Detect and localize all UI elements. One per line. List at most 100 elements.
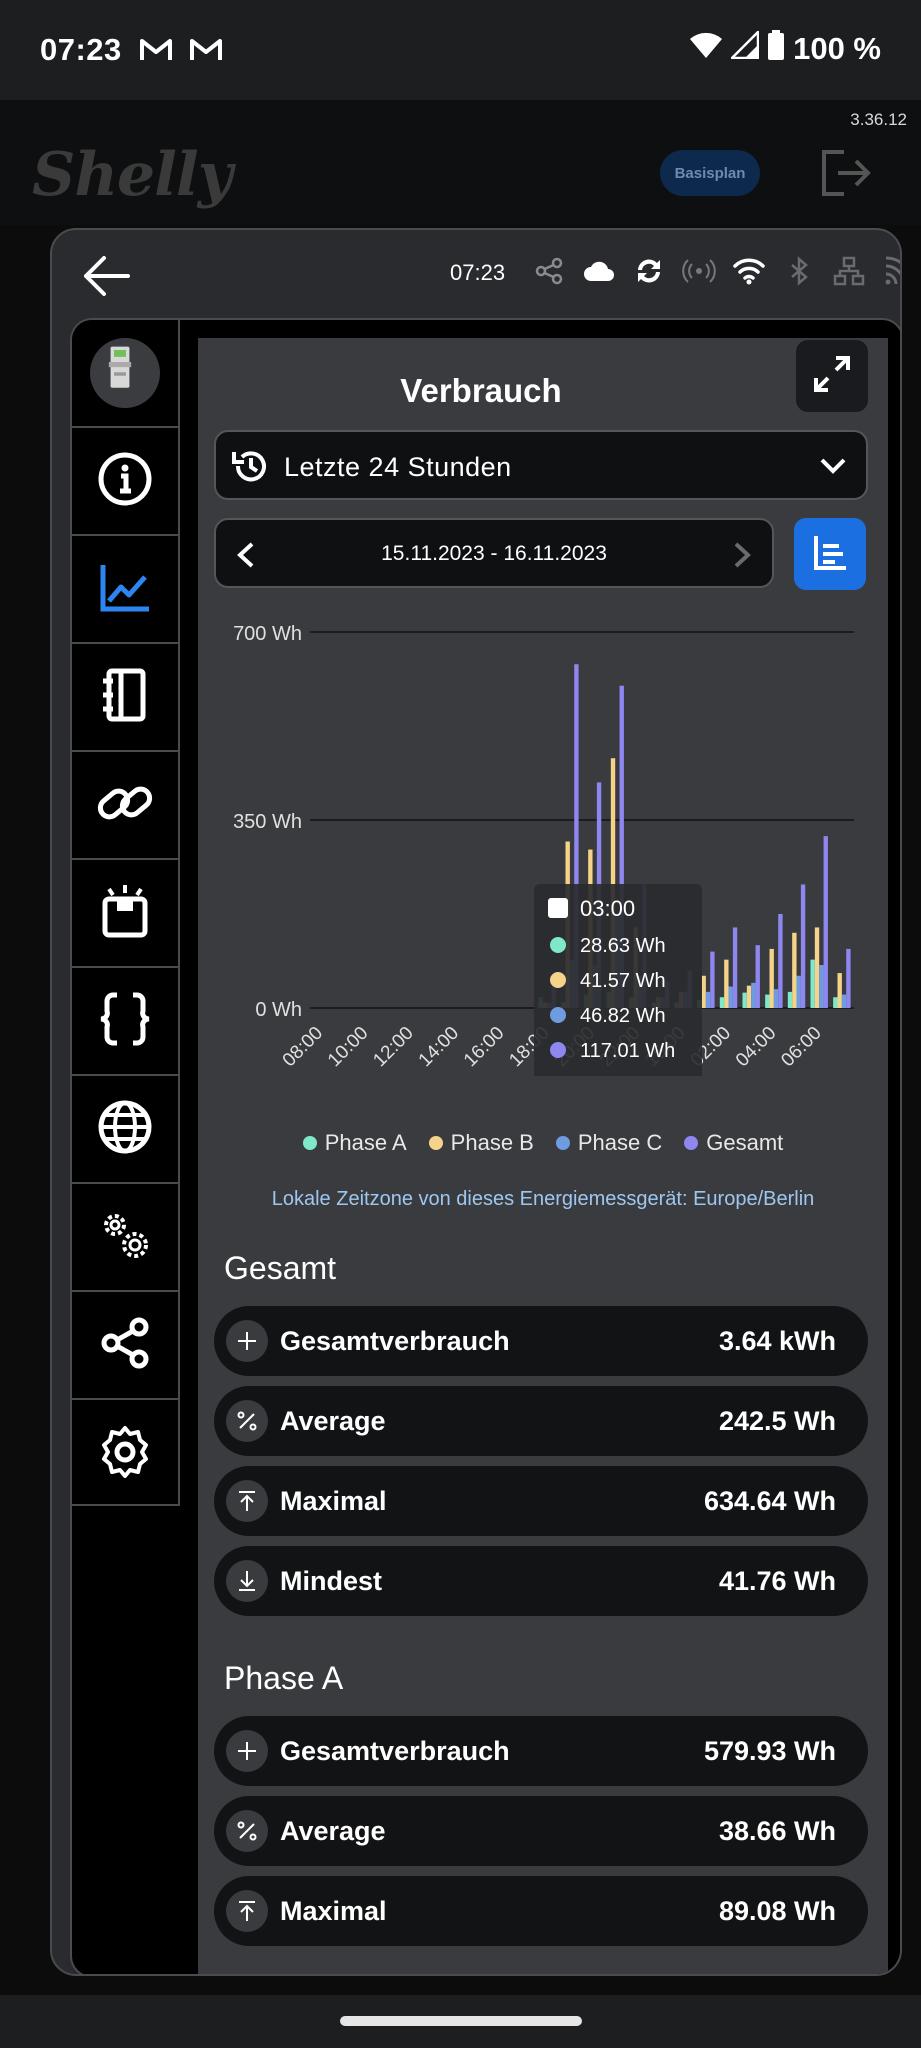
- signal-icon: [729, 28, 760, 67]
- legend-label: Gesamt: [706, 1130, 784, 1155]
- sidebar-item-info[interactable]: [72, 428, 178, 536]
- bar: [833, 997, 838, 1008]
- expand-icon: [812, 354, 852, 399]
- bar: [705, 991, 711, 1008]
- tooltip-dot: [550, 937, 566, 953]
- bar: [796, 975, 801, 1008]
- timezone-note: Lokale Zeitzone von dieses Energiemessge…: [271, 1188, 815, 1210]
- tooltip-dot: [550, 1042, 566, 1058]
- min-icon: [226, 1560, 268, 1602]
- braces-icon: [95, 989, 155, 1054]
- stat-row: Average 242.5 Wh: [214, 1386, 868, 1456]
- stat-row: Mindest 41.76 Wh: [214, 1546, 868, 1616]
- legend-dot: [302, 1136, 317, 1150]
- legend-dot: [684, 1136, 699, 1150]
- tooltip-value: 46.82 Wh: [580, 1005, 666, 1027]
- tooltip-value: 41.57 Wh: [580, 970, 666, 992]
- chevron-right-icon[interactable]: [730, 540, 754, 575]
- bar: [787, 991, 793, 1008]
- bar: [837, 973, 842, 1008]
- status-bar: 07:23 100 %: [0, 0, 921, 100]
- chart-type-button[interactable]: [794, 518, 866, 590]
- cloud-icon: [582, 254, 616, 288]
- stat-value: 41.76 Wh: [718, 1566, 836, 1596]
- android-nav-bar: [0, 1995, 921, 2048]
- bar: [773, 989, 779, 1008]
- legend-item-phase-a[interactable]: Phase A: [302, 1130, 407, 1156]
- bar: [719, 997, 725, 1008]
- bar: [751, 982, 756, 1008]
- bluetooth-icon: [782, 254, 816, 288]
- shelly-logo: Shelly: [32, 140, 233, 210]
- legend-item-phase-c[interactable]: Phase C: [555, 1130, 663, 1156]
- globe-icon: [95, 1097, 155, 1162]
- sidebar-item-scripts[interactable]: [72, 968, 178, 1076]
- tooltip-dot: [550, 972, 566, 988]
- percent-icon: [226, 1810, 268, 1852]
- time-range-select[interactable]: Letzte 24 Stunden: [214, 430, 868, 500]
- legend-dot: [555, 1136, 570, 1150]
- percent-icon: [226, 1400, 268, 1442]
- sidebar-item-settings[interactable]: [72, 1400, 178, 1508]
- bar: [710, 951, 715, 1008]
- stat-label: Mindest: [280, 1566, 383, 1596]
- sidebar-item-share[interactable]: [72, 1292, 178, 1400]
- legend-label: Phase A: [324, 1130, 407, 1155]
- gmail-icon: [190, 38, 222, 67]
- time-range-label: Letzte 24 Stunden: [284, 452, 512, 482]
- x-tick-label: 12:00: [369, 1023, 417, 1071]
- home-gesture-bar[interactable]: [340, 2016, 582, 2026]
- sidebar: [72, 320, 180, 1506]
- app-version: 3.36.12: [850, 110, 907, 129]
- legend-dot: [428, 1136, 443, 1150]
- legend-item-phase-b[interactable]: Phase B: [428, 1130, 534, 1156]
- bar: [778, 914, 783, 1008]
- sidebar-item-advanced[interactable]: [72, 1184, 178, 1292]
- broadcast-icon: [682, 254, 716, 288]
- x-tick-label: 10:00: [324, 1023, 372, 1071]
- bar: [732, 927, 738, 1008]
- chart-legend: Phase A Phase B Phase C Gesamt: [198, 1130, 888, 1156]
- bar: [701, 975, 706, 1008]
- logout-icon[interactable]: [820, 148, 878, 203]
- plan-badge[interactable]: Basisplan: [660, 150, 760, 196]
- gmail-icon: [140, 38, 172, 67]
- stat-value: 3.64 kWh: [718, 1326, 836, 1356]
- gears-icon: [95, 1205, 155, 1270]
- fullscreen-button[interactable]: [796, 340, 868, 412]
- plus-icon: [226, 1730, 268, 1772]
- tooltip-time: 03:00: [580, 896, 635, 921]
- settings-icon: [95, 1422, 155, 1487]
- x-tick-label: 14:00: [415, 1023, 463, 1071]
- share-icon: [95, 1313, 155, 1378]
- sidebar-item-notebook[interactable]: [72, 644, 178, 752]
- x-tick-label: 04:00: [732, 1023, 780, 1071]
- ethernet-icon: [832, 254, 866, 288]
- device-avatar: [90, 338, 160, 408]
- scene-icon: [95, 881, 155, 946]
- section-title-phase-a: Phase A: [224, 1660, 344, 1696]
- modal-header: 07:23: [52, 230, 900, 320]
- share-icon: [532, 254, 566, 288]
- stat-value: 38.66 Wh: [718, 1816, 836, 1846]
- legend-item-gesamt[interactable]: Gesamt: [684, 1130, 783, 1156]
- stat-label: Gesamtverbrauch: [280, 1736, 510, 1766]
- bar-chart-icon: [810, 532, 850, 577]
- bar: [755, 945, 760, 1008]
- stat-value: 89.08 Wh: [718, 1896, 836, 1926]
- sidebar-item-device[interactable]: [72, 320, 178, 428]
- back-arrow-icon[interactable]: [80, 250, 132, 302]
- rss-icon: [882, 254, 900, 288]
- app-header: 3.36.12 Shelly Basisplan: [0, 100, 921, 225]
- sidebar-item-web[interactable]: [72, 1076, 178, 1184]
- bar: [800, 884, 806, 1008]
- max-icon: [226, 1480, 268, 1522]
- bar: [846, 948, 851, 1008]
- sidebar-item-links[interactable]: [72, 752, 178, 860]
- sidebar-item-scenes[interactable]: [72, 860, 178, 968]
- page-title: Verbrauch: [400, 372, 562, 409]
- stat-row: Maximal 634.64 Wh: [214, 1466, 868, 1536]
- sidebar-item-chart[interactable]: [72, 536, 178, 644]
- legend-label: Phase C: [577, 1130, 663, 1155]
- section-title-gesamt: Gesamt: [224, 1250, 337, 1286]
